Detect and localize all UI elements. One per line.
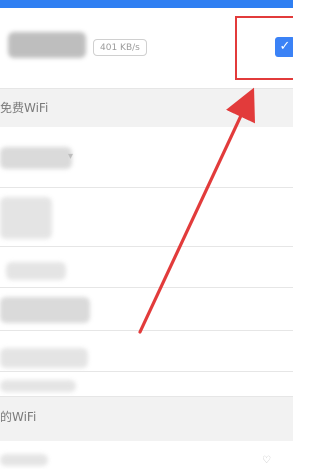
free-wifi-item-name-blurred	[0, 147, 72, 169]
wifi-signal-icon: ♡	[262, 455, 271, 466]
connected-wifi-name-blurred	[8, 32, 86, 58]
top-app-bar	[0, 0, 293, 8]
network-speed-badge: 401 KB/s	[93, 39, 147, 56]
free-wifi-item-name-blurred	[0, 348, 88, 368]
annotation-highlight-box	[235, 16, 293, 80]
section-my-wifi: 的WiFi	[0, 397, 293, 441]
free-wifi-item-name-blurred	[0, 297, 90, 323]
section-free-wifi-label: 免费WiFi	[0, 101, 49, 115]
wifi-signal-icon: ▾	[68, 151, 74, 162]
my-wifi-item-name-blurred	[0, 454, 48, 466]
free-wifi-item-name-blurred	[0, 380, 76, 392]
wifi-screen: 401 KB/s ✓ 免费WiFi ▾ 的WiFi ♡	[0, 0, 293, 469]
free-wifi-item-name-blurred	[0, 197, 52, 239]
free-wifi-item-name-blurred	[6, 262, 66, 280]
section-my-wifi-label: 的WiFi	[0, 410, 37, 424]
section-free-wifi: 免费WiFi	[0, 89, 293, 127]
